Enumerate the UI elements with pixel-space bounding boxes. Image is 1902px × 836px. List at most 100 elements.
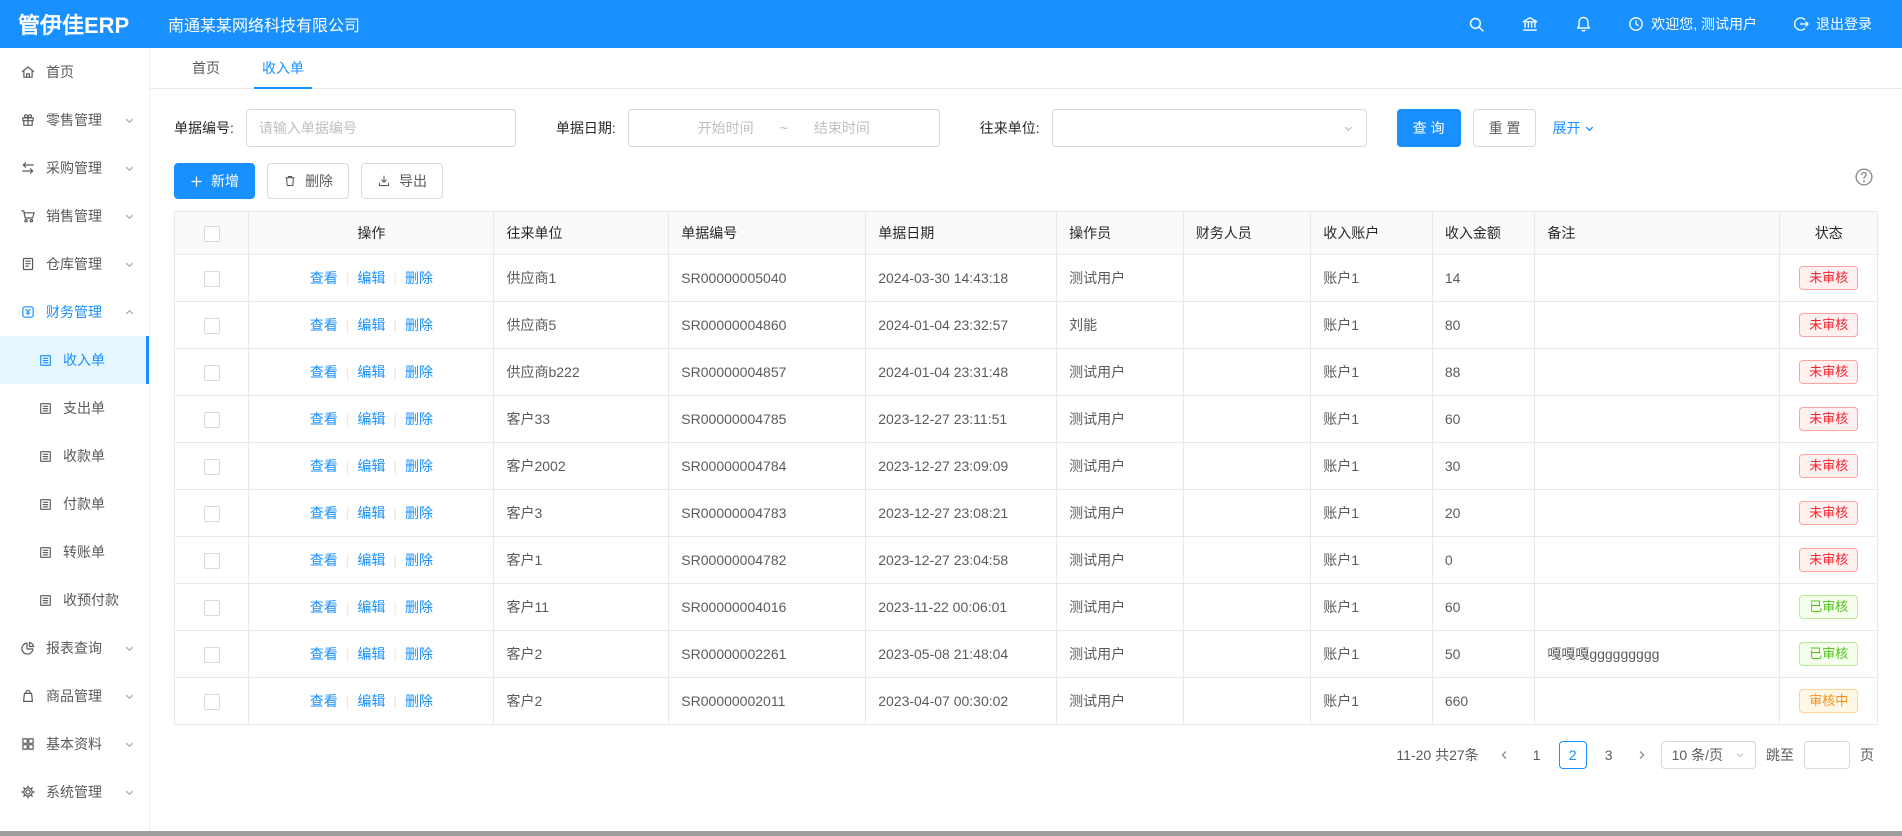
sidebar-item-goods[interactable]: 商品管理 [0,672,149,720]
prev-page-button[interactable] [1495,749,1513,761]
delete-link[interactable]: 删除 [405,270,433,286]
row-checkbox[interactable] [204,459,220,475]
view-link[interactable]: 查看 [310,458,338,474]
row-checkbox[interactable] [204,600,220,616]
row-checkbox[interactable] [204,271,220,287]
bell-icon[interactable] [1575,15,1592,33]
edit-link[interactable]: 编辑 [357,693,385,709]
view-link[interactable]: 查看 [310,646,338,662]
row-checkbox[interactable] [204,318,220,334]
delete-link[interactable]: 删除 [405,599,433,615]
tab-home[interactable]: 首页 [192,48,220,88]
sidebar-item-system[interactable]: 系统管理 [0,768,149,816]
row-checkbox[interactable] [204,694,220,710]
cell-date: 2023-05-08 21:48:04 [866,631,1057,678]
welcome-user[interactable]: 欢迎您, 测试用户 [1628,14,1757,34]
reset-button[interactable]: 重 置 [1473,109,1537,147]
sidebar-item-base-data[interactable]: 基本资料 [0,720,149,768]
help-icon[interactable] [1854,167,1874,187]
edit-link[interactable]: 编辑 [357,599,385,615]
date-separator: ~ [780,120,788,136]
delete-link[interactable]: 删除 [405,505,433,521]
page-button-3[interactable]: 3 [1595,741,1623,769]
row-checkbox[interactable] [204,506,220,522]
logout-button[interactable]: 退出登录 [1793,14,1872,34]
search-icon[interactable] [1468,16,1485,33]
jump-page-input[interactable] [1804,741,1850,769]
edit-link[interactable]: 编辑 [357,364,385,380]
partner-select[interactable] [1052,109,1367,147]
sidebar-item-prepayment[interactable]: 收预付款 [0,576,149,624]
row-checkbox[interactable] [204,647,220,663]
edit-link[interactable]: 编辑 [357,458,385,474]
delete-link[interactable]: 删除 [405,458,433,474]
sidebar-item-purchase[interactable]: 采购管理 [0,144,149,192]
delete-link[interactable]: 删除 [405,364,433,380]
logout-icon [1793,16,1809,32]
sidebar-item-receipt-bill[interactable]: 收款单 [0,432,149,480]
delete-link[interactable]: 删除 [405,552,433,568]
sidebar-item-expense-bill[interactable]: 支出单 [0,384,149,432]
delete-link[interactable]: 删除 [405,317,433,333]
plus-icon [190,175,203,188]
sidebar-item-sales[interactable]: 销售管理 [0,192,149,240]
sidebar-item-home[interactable]: 首页 [0,48,149,96]
row-checkbox[interactable] [204,553,220,569]
search-button[interactable]: 查 询 [1397,109,1461,147]
cell-partner: 客户3 [494,490,669,537]
cell-finance [1183,349,1311,396]
page-button-1[interactable]: 1 [1523,741,1551,769]
export-button[interactable]: 导出 [361,163,443,199]
view-link[interactable]: 查看 [310,411,338,427]
sidebar-item-label: 系统管理 [46,782,124,802]
edit-link[interactable]: 编辑 [357,552,385,568]
view-link[interactable]: 查看 [310,505,338,521]
sidebar-item-reports[interactable]: 报表查询 [0,624,149,672]
delete-link[interactable]: 删除 [405,693,433,709]
cell-remark-value: 嘎嘎嘎ggggggggg [1547,646,1659,662]
edit-link[interactable]: 编辑 [357,505,385,521]
bill-no-input[interactable] [246,109,516,147]
delete-link[interactable]: 删除 [405,411,433,427]
action-separator: | [393,505,397,521]
delete-button[interactable]: 删除 [267,163,349,199]
bank-icon[interactable] [1521,15,1539,33]
page-button-2[interactable]: 2 [1559,741,1587,769]
view-link[interactable]: 查看 [310,364,338,380]
action-separator: | [346,411,350,427]
action-separator: | [346,552,350,568]
row-checkbox[interactable] [204,412,220,428]
sidebar-item-retail[interactable]: 零售管理 [0,96,149,144]
edit-link[interactable]: 编辑 [357,317,385,333]
cell-account-value: 账户1 [1323,693,1359,709]
view-link[interactable]: 查看 [310,552,338,568]
edit-link[interactable]: 编辑 [357,646,385,662]
page-size-select[interactable]: 10 条/页 [1661,741,1756,769]
table-row: 查看|编辑|删除客户2002SR000000047842023-12-27 23… [175,443,1878,490]
expand-link[interactable]: 展开 [1552,118,1595,138]
sidebar-item-payment-bill[interactable]: 付款单 [0,480,149,528]
tab-income-bill[interactable]: 收入单 [262,48,304,88]
view-link[interactable]: 查看 [310,693,338,709]
edit-link[interactable]: 编辑 [357,270,385,286]
column-header: 单据编号 [669,212,866,255]
row-checkbox-cell [175,302,249,349]
view-link[interactable]: 查看 [310,599,338,615]
edit-link[interactable]: 编辑 [357,411,385,427]
view-link[interactable]: 查看 [310,317,338,333]
delete-link[interactable]: 删除 [405,646,433,662]
sidebar-item-income-bill[interactable]: 收入单 [0,336,149,384]
date-range-picker[interactable]: 开始时间 ~ 结束时间 [628,109,940,147]
next-page-button[interactable] [1633,749,1651,761]
cell-bill-no-value: SR00000004783 [681,505,786,521]
trash-icon [283,174,297,188]
add-button[interactable]: 新增 [174,163,255,199]
sidebar-item-finance[interactable]: 财务管理 [0,288,149,336]
row-actions-cell: 查看|编辑|删除 [249,631,494,678]
download-icon [377,174,391,188]
row-checkbox[interactable] [204,365,220,381]
sidebar-item-transfer-bill[interactable]: 转账单 [0,528,149,576]
select-all-checkbox[interactable] [204,226,220,242]
sidebar-item-warehouse[interactable]: 仓库管理 [0,240,149,288]
view-link[interactable]: 查看 [310,270,338,286]
